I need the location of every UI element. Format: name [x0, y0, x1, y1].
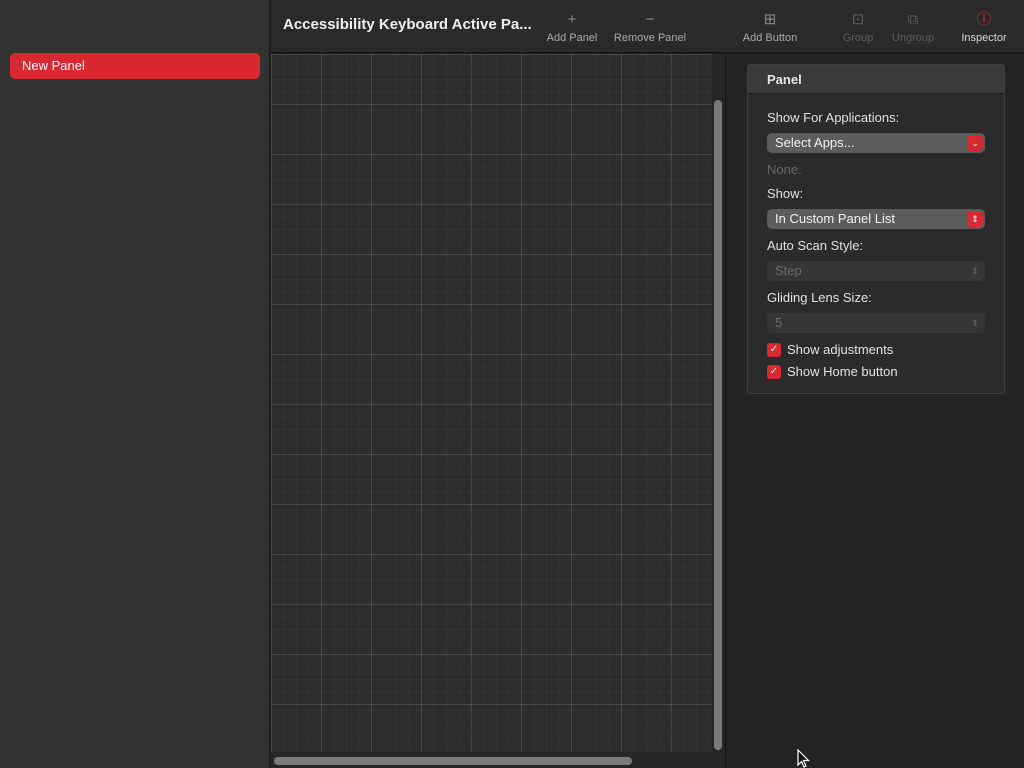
- panel-canvas[interactable]: [271, 54, 712, 752]
- remove-panel-button[interactable]: − Remove Panel: [611, 10, 689, 50]
- show-adjustments-checkbox[interactable]: ✓ Show adjustments: [767, 341, 893, 357]
- gliding-lens-label: Gliding Lens Size:: [767, 290, 872, 305]
- plus-icon: +: [567, 11, 577, 28]
- gliding-lens-popup[interactable]: 5 ⇕: [767, 313, 985, 333]
- add-panel-button[interactable]: + Add Panel: [542, 10, 602, 50]
- sidebar-item-new-panel[interactable]: New Panel: [10, 53, 260, 79]
- auto-scan-label: Auto Scan Style:: [767, 238, 864, 253]
- show-for-apps-label: Show For Applications:: [767, 110, 900, 125]
- panel-header: Panel: [748, 65, 1004, 94]
- add-panel-label: Add Panel: [546, 32, 598, 44]
- ungroup-label: Ungroup: [891, 32, 935, 44]
- add-button-icon: ⊞: [763, 11, 777, 28]
- ungroup-icon: ⧉: [907, 11, 919, 28]
- group-icon: ⊡: [851, 11, 865, 28]
- group-button[interactable]: ⊡ Group: [840, 10, 876, 50]
- checkmark-icon: ✓: [767, 342, 781, 357]
- checkmark-icon: ✓: [767, 364, 781, 379]
- window-title: Accessibility Keyboard Active Pa...: [283, 16, 532, 33]
- show-value: In Custom Panel List: [775, 211, 895, 226]
- inspector-label: Inspector: [961, 32, 1007, 44]
- show-label: Show:: [767, 186, 804, 201]
- inspector-button[interactable]: ⓘ Inspector: [955, 10, 1013, 50]
- auto-scan-value: Step: [775, 263, 802, 278]
- apps-hint: None.: [767, 162, 802, 177]
- sidebar: New Panel: [0, 0, 270, 768]
- select-apps-value: Select Apps...: [775, 135, 855, 150]
- vertical-scrollbar-thumb[interactable]: [714, 100, 722, 750]
- select-apps-dropdown[interactable]: Select Apps... ⌄: [767, 133, 985, 153]
- horizontal-scrollbar-thumb[interactable]: [274, 757, 632, 765]
- panel-properties-box: Panel Show For Applications: Select Apps…: [747, 64, 1005, 394]
- show-popup[interactable]: In Custom Panel List ⇕: [767, 209, 985, 229]
- auto-scan-popup[interactable]: Step ⇕: [767, 261, 985, 281]
- mouse-pointer-icon: [797, 749, 810, 768]
- remove-panel-label: Remove Panel: [613, 32, 687, 44]
- group-label: Group: [842, 32, 874, 44]
- show-home-button-checkbox[interactable]: ✓ Show Home button: [767, 363, 898, 379]
- add-button-button[interactable]: ⊞ Add Button: [737, 10, 803, 50]
- show-adjustments-label: Show adjustments: [787, 342, 894, 358]
- toolbar: Accessibility Keyboard Active Pa... + Ad…: [271, 0, 1024, 53]
- ungroup-button[interactable]: ⧉ Ungroup: [888, 10, 938, 50]
- up-down-chevron-icon: ⇕: [971, 266, 979, 276]
- app-window: New Panel Accessibility Keyboard Active …: [0, 0, 1024, 768]
- up-down-chevron-icon: ⇕: [971, 318, 979, 328]
- add-button-label: Add Button: [742, 32, 798, 44]
- chevron-down-icon: ⌄: [967, 135, 983, 151]
- inspector-pane: Panel Show For Applications: Select Apps…: [725, 54, 1024, 768]
- up-down-chevron-icon: ⇕: [967, 211, 983, 227]
- gliding-lens-value: 5: [775, 315, 783, 330]
- info-icon: ⓘ: [976, 11, 992, 28]
- show-home-button-label: Show Home button: [787, 364, 898, 380]
- minus-icon: −: [645, 11, 655, 28]
